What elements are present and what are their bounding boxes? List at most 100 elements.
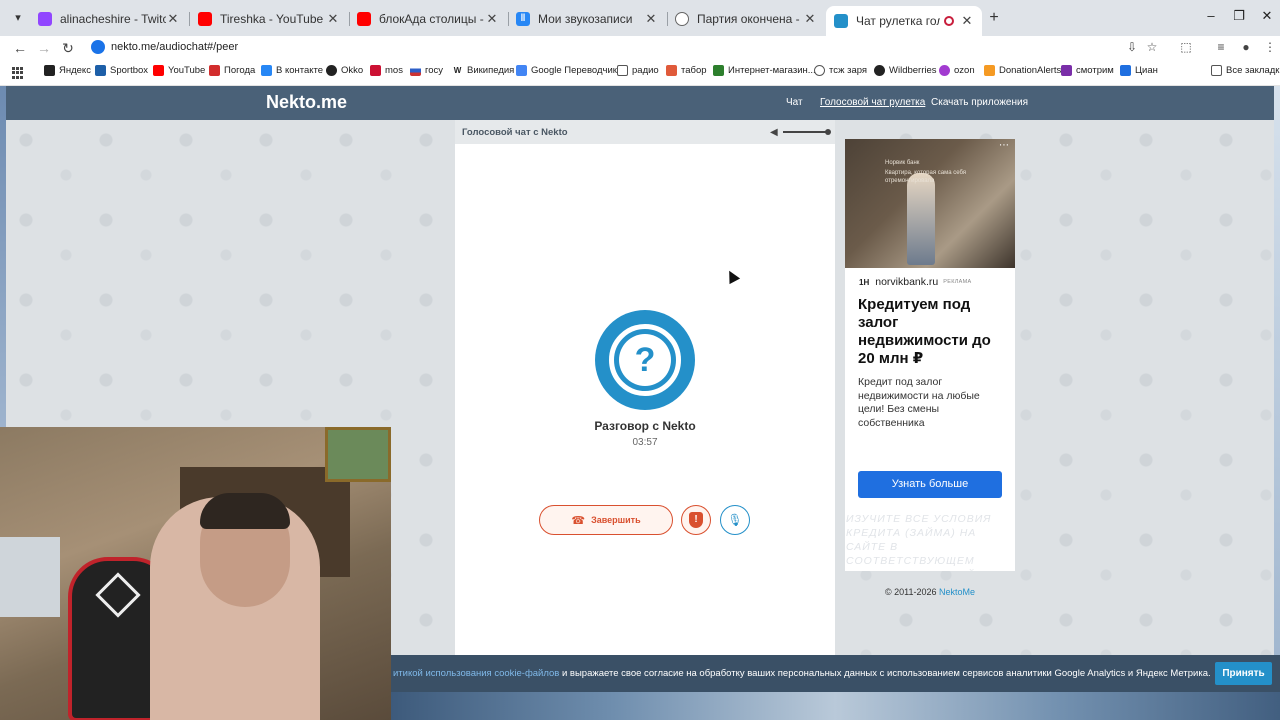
bookmark-label: В контакте	[276, 65, 324, 76]
bookmark-item[interactable]: Google Переводчик	[516, 65, 617, 76]
mos-icon	[370, 65, 381, 76]
url-text[interactable]: nekto.me/audiochat#/peer	[111, 41, 238, 53]
more-options-icon[interactable]: ⋯	[999, 140, 1009, 151]
copyright: © 2011-2026 NektoMe	[845, 587, 1015, 597]
tab-vk-audio[interactable]: ‖ Мои звукозаписи ✕	[508, 6, 666, 32]
bookmark-item[interactable]: YouTube	[153, 65, 205, 76]
youtube-icon	[357, 12, 371, 26]
bookmark-label: Все закладки	[1226, 65, 1280, 76]
nav-download-apps[interactable]: Скачать приложения	[931, 97, 1028, 108]
youtube-icon	[198, 12, 212, 26]
restore-icon[interactable]: ❐	[1229, 8, 1249, 24]
cookie-banner: итикой использования cookie-файлов и выр…	[391, 655, 1280, 692]
close-icon[interactable]: ✕	[485, 11, 499, 27]
site-logo[interactable]: Nekto.me	[266, 92, 347, 113]
all-bookmarks[interactable]: Все закладки	[1211, 65, 1280, 76]
ad-headline[interactable]: Кредитуем под залог недвижимости до 20 м…	[858, 296, 1008, 368]
site-info-icon[interactable]	[91, 40, 105, 54]
bookmark-item[interactable]: Погода	[209, 65, 255, 76]
shop-icon	[713, 65, 724, 76]
voice-chat-panel: Голосовой чат с Nekto ◀ ? Разговор с Nek…	[455, 120, 835, 660]
close-icon[interactable]: ✕	[326, 11, 340, 27]
back-icon[interactable]: ←	[11, 39, 29, 57]
vk-icon	[261, 65, 272, 76]
bookmark-item[interactable]: табор	[666, 65, 707, 76]
close-icon[interactable]: ✕	[166, 11, 180, 27]
end-call-button[interactable]: ☎ Завершить	[539, 505, 673, 535]
apps-grid-icon[interactable]	[12, 67, 24, 79]
cookie-policy-link[interactable]: итикой использования cookie-файлов	[393, 668, 559, 679]
tab-search-icon[interactable]: ▾	[9, 9, 27, 27]
ad-brand: Норвик банк	[885, 160, 920, 166]
bookmark-item[interactable]: В контакте	[261, 65, 323, 76]
shield-alert-icon: !	[689, 512, 703, 528]
tab-iguana-game[interactable]: Партия окончена - Игра iguan ✕	[667, 6, 825, 32]
ad-domain-mark: 1H	[859, 277, 870, 287]
forward-icon[interactable]: →	[35, 39, 53, 57]
smotrim-icon	[1061, 65, 1072, 76]
ad-person-image	[907, 173, 935, 265]
advertisement[interactable]: Норвик банк Квартира, которая сама себя …	[845, 139, 1015, 571]
ad-disclaimer: Изучите все условия кредита (займа) на с…	[846, 513, 992, 571]
extensions-icon[interactable]: ⬚	[1178, 40, 1194, 54]
bookmark-item[interactable]: Циан	[1120, 65, 1158, 76]
bookmark-label: госу	[425, 65, 444, 76]
minimize-icon[interactable]: –	[1201, 8, 1221, 23]
bookmark-item[interactable]: Okko	[326, 65, 363, 76]
volume-slider[interactable]	[783, 131, 827, 133]
bookmark-item[interactable]: Wildberries	[874, 65, 937, 76]
folder-icon	[1211, 65, 1222, 76]
ad-cta-button[interactable]: Узнать больше	[858, 471, 1002, 498]
webcam-window	[0, 537, 60, 617]
tab-title: Tireshka - YouTube	[220, 12, 324, 26]
bookmark-item[interactable]: радио	[617, 65, 659, 76]
accept-cookies-button[interactable]: Принять	[1215, 662, 1272, 685]
reload-icon[interactable]: ↻	[59, 39, 77, 57]
wikipedia-icon: W	[452, 65, 463, 76]
bookmark-item[interactable]: mos	[370, 65, 403, 76]
bookmark-label: Википедия	[467, 65, 515, 76]
close-window-icon[interactable]: ✕	[1257, 8, 1277, 24]
bookmark-item[interactable]: DonationAlerts	[984, 65, 1061, 76]
bookmark-item[interactable]: Sportbox	[95, 65, 148, 76]
nav-voice-chat[interactable]: Голосовой чат рулетка	[820, 97, 925, 108]
tabor-icon	[666, 65, 677, 76]
cookie-consent-text: и выражаете свое согласие на обработку в…	[559, 668, 1211, 679]
copyright-link[interactable]: NektoMe	[939, 587, 975, 597]
bookmark-item[interactable]: тсж заря	[814, 65, 867, 76]
new-tab-icon[interactable]: +	[986, 9, 1002, 27]
bookmark-label: Wildberries	[889, 65, 937, 76]
close-icon[interactable]: ✕	[960, 13, 974, 29]
profile-avatar-icon[interactable]: ●	[1238, 40, 1254, 54]
bookmark-star-icon[interactable]: ☆	[1144, 40, 1160, 54]
bookmark-item[interactable]: госу	[410, 65, 443, 76]
recording-icon	[944, 16, 954, 26]
address-bar[interactable]: nekto.me/audiochat#/peer	[84, 36, 1174, 58]
volume-icon[interactable]: ◀	[770, 127, 778, 138]
call-timer: 03:57	[632, 437, 658, 448]
volume-slider-handle[interactable]	[825, 129, 831, 135]
webcam-hair	[200, 493, 290, 529]
tab-youtube-tireshka[interactable]: Tireshka - YouTube ✕	[190, 6, 348, 32]
microphone-button[interactable]: 🎙	[720, 505, 750, 535]
bookmark-item[interactable]: W Википедия	[452, 65, 514, 76]
nav-chat[interactable]: Чат	[786, 97, 803, 108]
close-icon[interactable]: ✕	[644, 11, 658, 27]
panel-header: Голосовой чат с Nekto ◀	[455, 120, 835, 144]
close-icon[interactable]: ✕	[803, 11, 817, 27]
menu-kebab-icon[interactable]: ⋮	[1262, 40, 1278, 54]
tab-twitch[interactable]: alinacheshire - Twitch ✕	[30, 6, 188, 32]
bookmark-item[interactable]: Интернет-магазин...	[713, 65, 816, 76]
bookmark-item[interactable]: смотрим	[1061, 65, 1114, 76]
ad-label: РЕКЛАМА	[943, 279, 972, 285]
ad-domain[interactable]: 1H norvikbank.ru РЕКЛАМА	[859, 276, 971, 288]
partner-avatar: ?	[595, 310, 695, 410]
tab-youtube-blokada[interactable]: блокАда столицы - YouTube ✕	[349, 6, 507, 32]
ad-image[interactable]: Норвик банк Квартира, которая сама себя …	[845, 139, 1015, 268]
install-app-icon[interactable]: ⇩	[1124, 40, 1140, 54]
media-control-icon[interactable]: ≡	[1213, 40, 1229, 54]
bookmark-item[interactable]: Яндекс	[44, 65, 91, 76]
tab-nekto-active[interactable]: Чат рулетка голосовая — I ✕	[826, 6, 982, 36]
bookmark-item[interactable]: ozon	[939, 65, 975, 76]
report-button[interactable]: !	[681, 505, 711, 535]
